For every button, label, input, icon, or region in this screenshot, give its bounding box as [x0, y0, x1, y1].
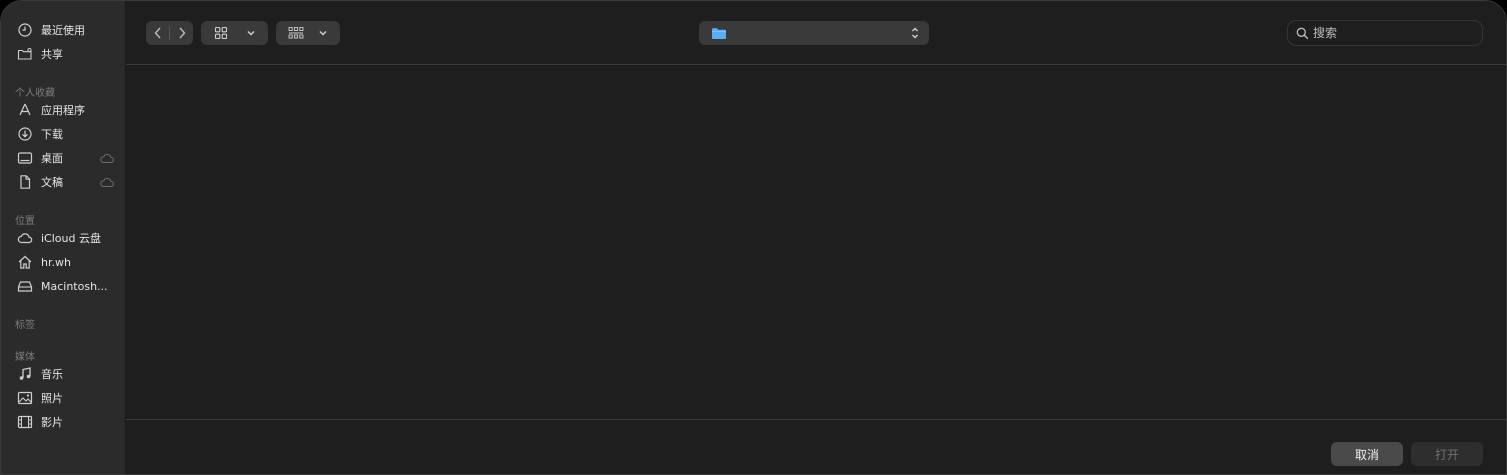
shared-folder-icon [15, 46, 35, 62]
locations-heading: 位置 [15, 216, 35, 227]
desktop-icon [15, 150, 35, 166]
open-button[interactable]: 打开 [1411, 442, 1483, 466]
sidebar-item-macintosh-hd[interactable]: Macintosh... [15, 276, 115, 296]
sidebar-item-label: 音乐 [41, 368, 63, 381]
toolbar [126, 1, 1506, 65]
sidebar-item-label: hr.wh [41, 255, 71, 269]
forward-button[interactable] [170, 21, 193, 45]
sidebar-item-documents[interactable]: 文稿 [15, 172, 115, 192]
icloud-sync-icon [100, 153, 114, 163]
chevron-right-icon [178, 27, 185, 39]
sidebar-item-label: Macintosh... [41, 279, 108, 293]
sidebar-item-label: iCloud 云盘 [41, 232, 101, 245]
sidebar-item-label: 应用程序 [41, 104, 85, 117]
chevron-down-icon [319, 30, 327, 36]
sidebar-item-home[interactable]: hr.wh [15, 252, 115, 272]
sidebar-item-desktop[interactable]: 桌面 [15, 148, 115, 168]
movies-icon [15, 414, 35, 430]
up-down-chevron-icon [912, 27, 918, 39]
view-mode-button[interactable] [201, 21, 268, 45]
documents-icon [15, 174, 35, 190]
sidebar-item-label: 桌面 [41, 152, 63, 165]
search-icon [1296, 27, 1309, 39]
sidebar: 最近使用 共享 个人收藏 应用程序 下载 桌面 文稿 位置 iCloud 云盘 … [1, 1, 126, 474]
folder-icon [712, 28, 726, 39]
tags-heading: 标签 [15, 320, 35, 331]
sidebar-item-music[interactable]: 音乐 [15, 364, 115, 384]
search-input[interactable] [1313, 26, 1473, 40]
main-pane: 取消 打开 [126, 1, 1506, 474]
home-icon [15, 254, 35, 270]
sidebar-item-recents[interactable]: 最近使用 [15, 20, 115, 40]
back-button[interactable] [146, 21, 169, 45]
sidebar-item-label: 影片 [41, 416, 63, 429]
location-popup[interactable] [699, 21, 929, 45]
icloud-sync-icon [100, 177, 114, 187]
history-nav [146, 21, 193, 45]
media-heading: 媒体 [15, 352, 35, 363]
sidebar-item-photos[interactable]: 照片 [15, 388, 115, 408]
photos-icon [15, 390, 35, 406]
favorites-heading: 个人收藏 [15, 88, 55, 99]
downloads-icon [15, 126, 35, 142]
sidebar-item-label: 文稿 [41, 176, 63, 189]
group-view-icon [288, 27, 304, 39]
sidebar-item-downloads[interactable]: 下载 [15, 124, 115, 144]
sidebar-item-label: 照片 [41, 392, 63, 405]
sidebar-item-movies[interactable]: 影片 [15, 412, 115, 432]
icon-view-icon [214, 26, 227, 40]
sidebar-item-label: 共享 [41, 48, 63, 61]
disk-icon [15, 278, 35, 294]
clock-icon [15, 22, 35, 38]
sidebar-item-icloud[interactable]: iCloud 云盘 [15, 228, 115, 248]
sidebar-item-label: 最近使用 [41, 24, 85, 37]
applications-icon [15, 102, 35, 118]
sidebar-item-applications[interactable]: 应用程序 [15, 100, 115, 120]
cancel-button[interactable]: 取消 [1331, 442, 1403, 466]
footer-bar: 取消 打开 [126, 419, 1506, 474]
file-open-dialog: 最近使用 共享 个人收藏 应用程序 下载 桌面 文稿 位置 iCloud 云盘 … [0, 0, 1507, 475]
music-icon [15, 366, 35, 382]
icloud-icon [15, 230, 35, 246]
search-field[interactable] [1287, 20, 1483, 46]
chevron-down-icon [246, 30, 255, 36]
sidebar-item-label: 下载 [41, 128, 63, 141]
sidebar-item-shared[interactable]: 共享 [15, 44, 115, 64]
group-by-button[interactable] [276, 21, 340, 45]
chevron-left-icon [154, 27, 161, 39]
